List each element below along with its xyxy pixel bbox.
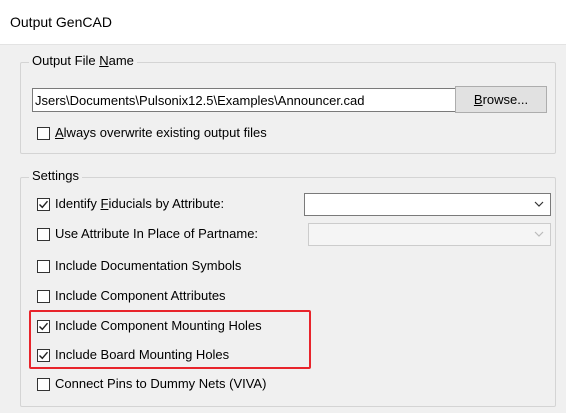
doc-symbols-checkbox[interactable] <box>37 260 50 273</box>
output-file-group: Output File Name Jsers\Documents\Pulsoni… <box>20 53 556 154</box>
output-file-group-label: Output File Name <box>29 53 137 68</box>
browse-button[interactable]: Browse... <box>455 86 547 113</box>
chevron-down-icon <box>534 231 544 237</box>
settings-group-label: Settings <box>29 168 82 183</box>
comp-attributes-row[interactable]: Include Component Attributes <box>37 288 297 308</box>
settings-group: Settings Identify Fiducials by Attribute… <box>20 168 556 407</box>
overwrite-label: Always overwrite existing output files <box>55 125 267 140</box>
doc-symbols-label: Include Documentation Symbols <box>55 258 242 273</box>
use-attribute-checkbox[interactable] <box>37 228 50 241</box>
output-path-value: Jsers\Documents\Pulsonix12.5\Examples\An… <box>35 93 365 108</box>
use-attribute-label: Use Attribute In Place of Partname: <box>55 226 259 241</box>
connect-pins-row[interactable]: Connect Pins to Dummy Nets (VIVA) <box>37 376 317 396</box>
dialog-title-bar: Output GenCAD <box>0 0 566 45</box>
comp-attributes-label: Include Component Attributes <box>55 288 226 303</box>
partname-attribute-dropdown[interactable] <box>308 223 551 246</box>
identify-fiducials-label: Identify Fiducials by Attribute: <box>55 196 225 211</box>
overwrite-checkbox[interactable] <box>37 127 50 140</box>
overwrite-checkbox-row[interactable]: Always overwrite existing output files <box>37 125 337 145</box>
identify-fiducials-row[interactable]: Identify Fiducials by Attribute: <box>37 196 297 216</box>
chevron-down-icon <box>534 201 544 207</box>
fiducial-attribute-dropdown[interactable] <box>304 193 551 216</box>
connect-pins-checkbox[interactable] <box>37 378 50 391</box>
checkmark-icon <box>39 200 49 209</box>
connect-pins-label: Connect Pins to Dummy Nets (VIVA) <box>55 376 267 391</box>
comp-attributes-checkbox[interactable] <box>37 290 50 303</box>
output-path-field[interactable]: Jsers\Documents\Pulsonix12.5\Examples\An… <box>32 88 460 112</box>
doc-symbols-row[interactable]: Include Documentation Symbols <box>37 258 297 278</box>
identify-fiducials-checkbox[interactable] <box>37 198 50 211</box>
use-attribute-row[interactable]: Use Attribute In Place of Partname: <box>37 226 307 246</box>
highlight-annotation-box <box>29 310 311 369</box>
dialog-title: Output GenCAD <box>10 14 112 30</box>
